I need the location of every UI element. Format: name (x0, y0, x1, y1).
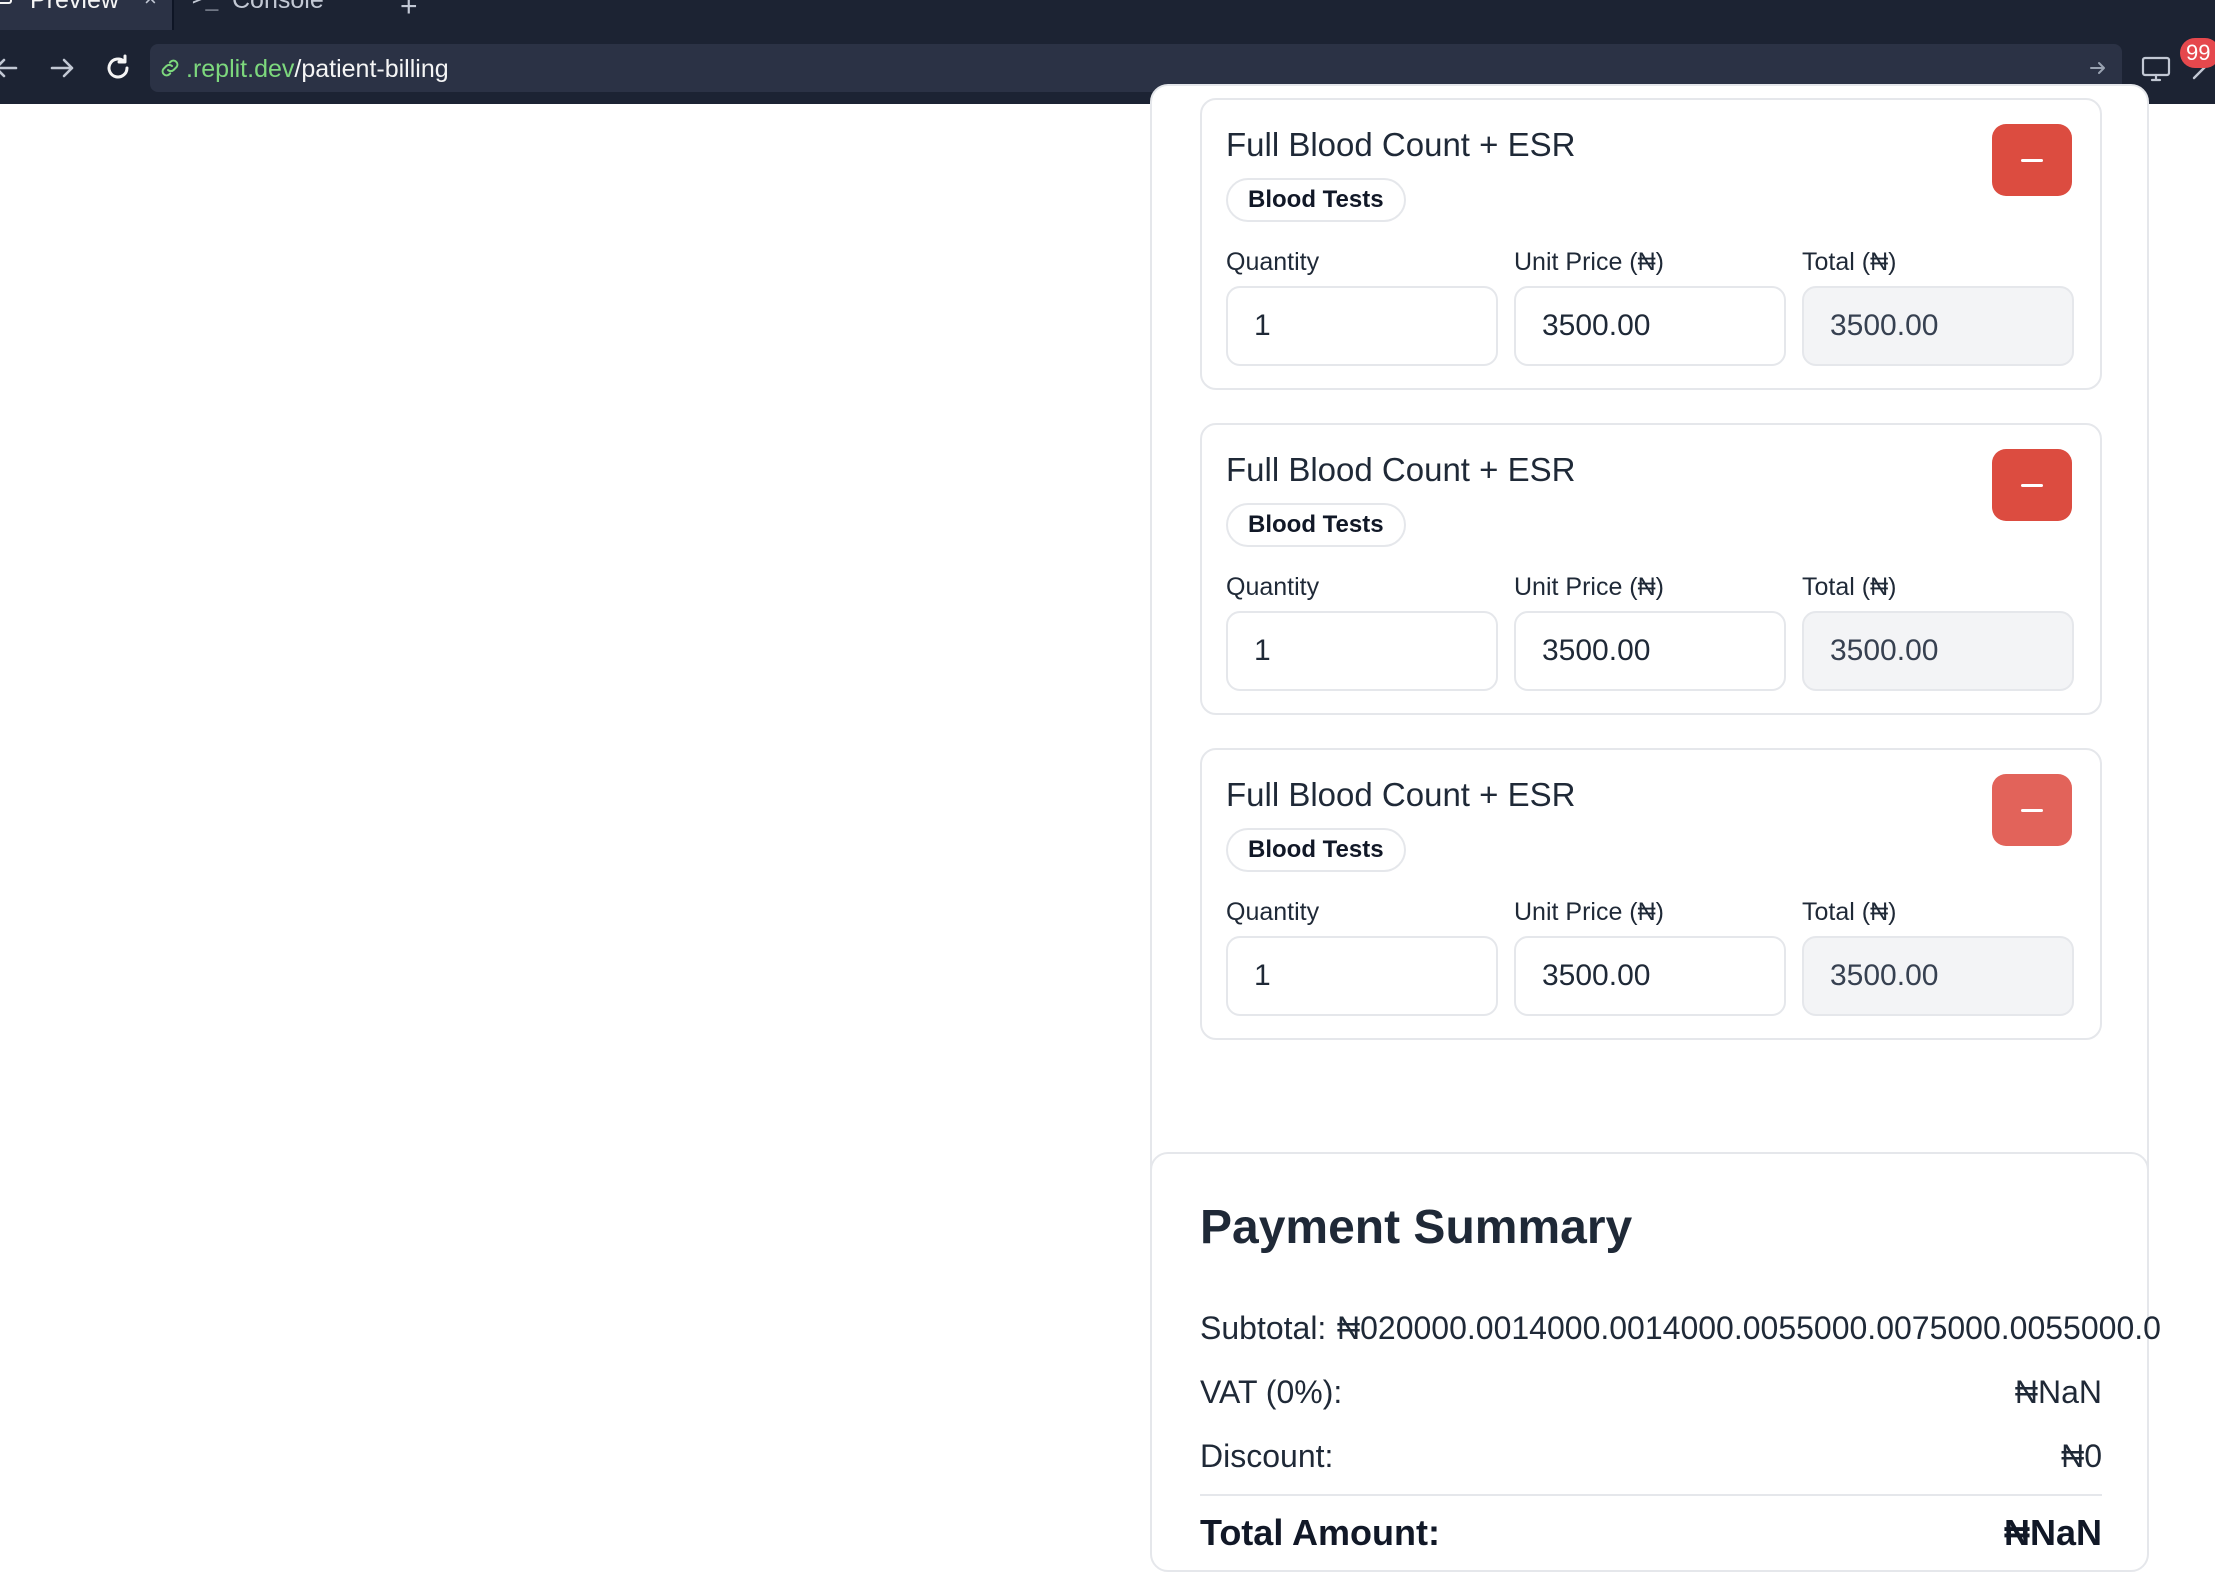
url-text[interactable]: .replit.dev/patient-billing (186, 55, 449, 84)
link-icon (161, 59, 179, 77)
unit-price-input[interactable]: 3500.00 (1514, 611, 1786, 691)
tab-close-icon[interactable]: × (144, 0, 157, 10)
billing-item: Full Blood Count + ESR Blood Tests Quant… (1200, 748, 2102, 1040)
item-name: Full Blood Count + ESR (1226, 126, 1576, 163)
minus-icon (2021, 484, 2043, 487)
vat-value: ₦NaN (2014, 1374, 2102, 1410)
remove-item-button[interactable] (1992, 124, 2072, 196)
notification-badge: 99 (2180, 38, 2215, 68)
terminal-icon: >_ (192, 0, 219, 10)
payment-summary-title: Payment Summary (1200, 1201, 1633, 1254)
quantity-label: Quantity (1226, 573, 1320, 601)
vat-label: VAT (0%): (1200, 1374, 1343, 1410)
category-badge: Blood Tests (1226, 828, 1406, 872)
summary-divider (1200, 1494, 2102, 1496)
category-badge: Blood Tests (1226, 503, 1406, 547)
back-arrow-icon[interactable] (0, 50, 24, 86)
tab-preview[interactable]: Preview × (0, 0, 172, 30)
item-name: Full Blood Count + ESR (1226, 451, 1576, 488)
browser-tab-bar: Preview × >_ Console + (0, 0, 2215, 30)
unit-price-input[interactable]: 3500.00 (1514, 286, 1786, 366)
payment-summary-card: Payment Summary Subtotal: ₦020000.001400… (1150, 1152, 2161, 1572)
total-label: Total (₦) (1802, 898, 1897, 926)
quantity-input[interactable]: 1 (1226, 936, 1498, 1016)
quantity-label: Quantity (1226, 248, 1320, 276)
quantity-input[interactable]: 1 (1226, 611, 1498, 691)
minus-icon (2021, 809, 2043, 812)
tab-console-label: Console (232, 0, 324, 14)
unit-price-input[interactable]: 3500.00 (1514, 936, 1786, 1016)
unit-price-label: Unit Price (₦) (1514, 898, 1665, 926)
total-label: Total (₦) (1802, 248, 1897, 276)
tab-preview-label: Preview (30, 0, 119, 14)
billing-items-card: Full Blood Count + ESR Blood Tests Quant… (1150, 84, 2149, 1202)
page-content: Full Blood Count + ESR Blood Tests Quant… (0, 84, 2215, 1572)
unit-price-label: Unit Price (₦) (1514, 573, 1665, 601)
billing-item: Full Blood Count + ESR Blood Tests Quant… (1200, 423, 2102, 715)
unit-price-label: Unit Price (₦) (1514, 248, 1665, 276)
total-label: Total (₦) (1802, 573, 1897, 601)
total-amount-label: Total Amount: (1200, 1512, 1440, 1553)
total-field: 3500.00 (1802, 936, 2074, 1016)
url-path: /patient-billing (294, 55, 449, 83)
tab-console[interactable]: >_ Console (174, 0, 378, 30)
discount-label: Discount: (1200, 1438, 1334, 1474)
quantity-input[interactable]: 1 (1226, 286, 1498, 366)
total-amount-value: ₦NaN (2003, 1512, 2102, 1553)
monitor-icon[interactable] (2140, 52, 2172, 84)
item-name: Full Blood Count + ESR (1226, 776, 1576, 813)
add-tab-button[interactable]: + (400, 0, 418, 24)
billing-item: Full Blood Count + ESR Blood Tests Quant… (1200, 98, 2102, 390)
url-domain: .replit.dev (186, 55, 295, 83)
preview-icon (0, 0, 12, 4)
total-field: 3500.00 (1802, 611, 2074, 691)
total-field: 3500.00 (1802, 286, 2074, 366)
discount-value: ₦0 (2061, 1438, 2102, 1474)
quantity-label: Quantity (1226, 898, 1320, 926)
category-badge: Blood Tests (1226, 178, 1406, 222)
go-arrow-icon[interactable] (2086, 56, 2110, 80)
minus-icon (2021, 159, 2043, 162)
forward-arrow-icon[interactable] (44, 50, 80, 86)
subtotal-value: ₦020000.0014000.0014000.0055000.0075000.… (1337, 1310, 2161, 1346)
subtotal-label: Subtotal: (1200, 1310, 1327, 1346)
reload-icon[interactable] (100, 50, 136, 86)
remove-item-button[interactable] (1992, 774, 2072, 846)
remove-item-button[interactable] (1992, 449, 2072, 521)
